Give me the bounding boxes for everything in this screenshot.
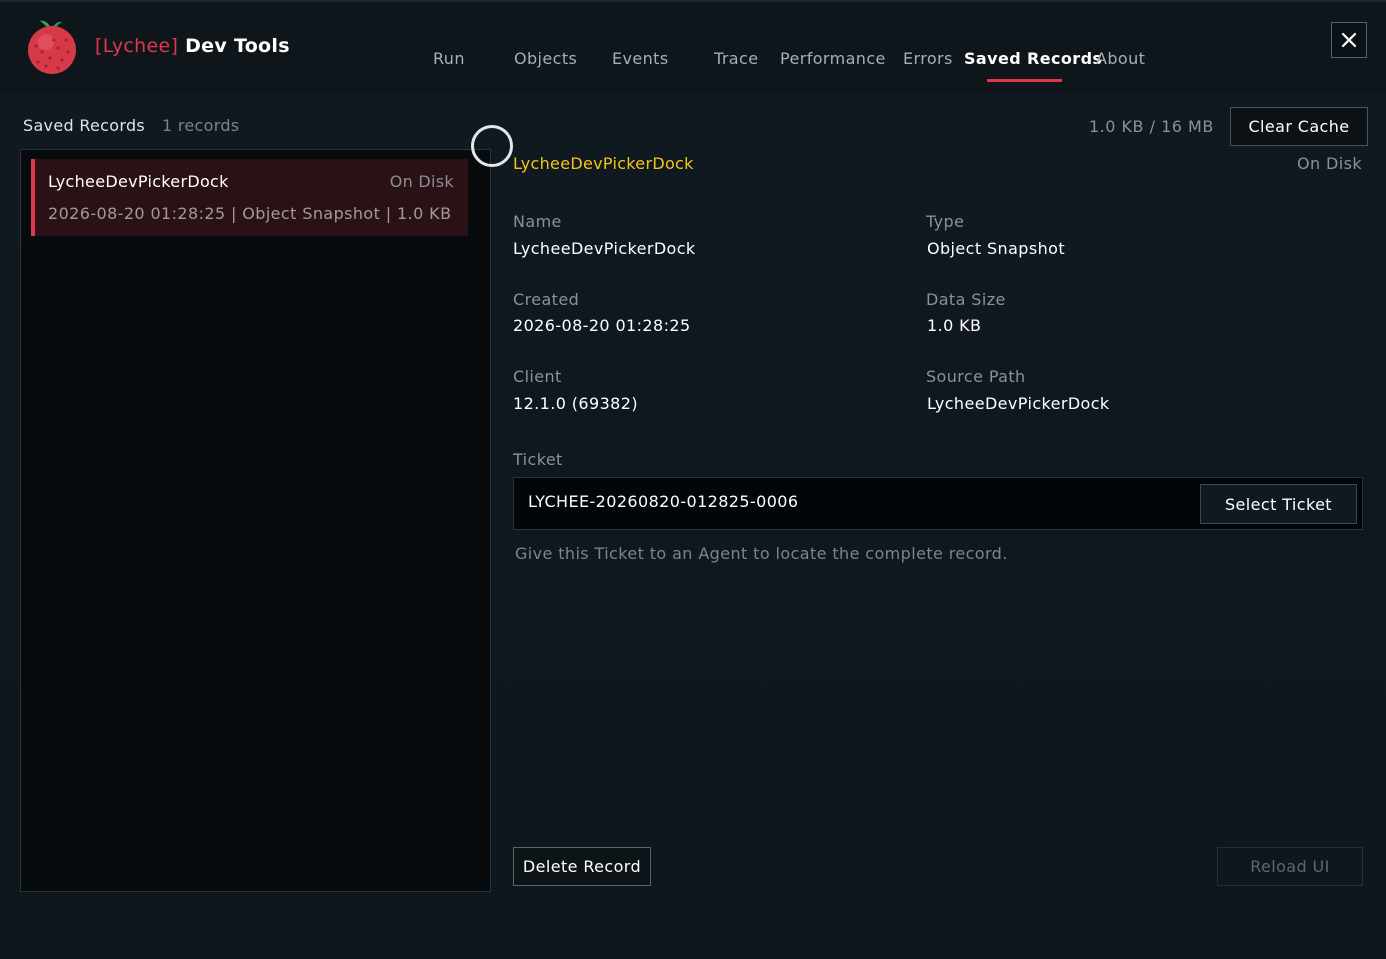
header-bar: [Lychee] Dev Tools Run Objects Events Tr… (0, 2, 1386, 94)
records-count: 1 records (162, 116, 240, 135)
client-value: 12.1.0 (69382) (513, 394, 638, 413)
data-size-value: 1.0 KB (927, 316, 982, 335)
dev-tools-window: [Lychee] Dev Tools Run Objects Events Tr… (0, 0, 1386, 959)
clear-cache-button[interactable]: Clear Cache (1230, 107, 1368, 146)
type-label: Type (926, 212, 965, 231)
created-label: Created (513, 290, 580, 309)
ticket-label: Ticket (513, 450, 563, 469)
tab-performance[interactable]: Performance (780, 49, 886, 68)
app-brand: [Lychee] (95, 35, 179, 57)
close-button[interactable] (1331, 22, 1367, 58)
data-size-label: Data Size (926, 290, 1006, 309)
name-value: LycheeDevPickerDock (513, 239, 696, 258)
detail-title: LycheeDevPickerDock (513, 154, 694, 173)
ticket-value: LYCHEE-20260820-012825-0006 (528, 492, 799, 511)
detail-status: On Disk (1297, 154, 1362, 173)
client-label: Client (513, 367, 562, 386)
tab-events[interactable]: Events (612, 49, 669, 68)
tab-run[interactable]: Run (433, 49, 465, 68)
record-name: LycheeDevPickerDock (48, 172, 229, 191)
cache-size: 1.0 KB / 16 MB (1089, 117, 1214, 136)
ticket-hint: Give this Ticket to an Agent to locate t… (515, 544, 1008, 563)
source-path-value: LycheeDevPickerDock (927, 394, 1110, 413)
app-title: [Lychee] Dev Tools (95, 35, 290, 57)
delete-record-button[interactable]: Delete Record (513, 847, 651, 886)
records-list: LycheeDevPickerDock On Disk 2026-08-20 0… (20, 149, 491, 892)
tab-saved-records[interactable]: Saved Records (964, 49, 1102, 68)
record-status: On Disk (389, 172, 454, 191)
ticket-field[interactable]: LYCHEE-20260820-012825-0006 Select Ticke… (513, 477, 1363, 530)
select-ticket-button[interactable]: Select Ticket (1200, 484, 1357, 524)
close-icon (1341, 32, 1357, 48)
reload-ui-button[interactable]: Reload UI (1217, 847, 1363, 886)
cursor-indicator (471, 125, 513, 167)
name-label: Name (513, 212, 562, 231)
app-name: Dev Tools (185, 35, 290, 57)
source-path-label: Source Path (926, 367, 1026, 386)
tab-trace[interactable]: Trace (714, 49, 758, 68)
tab-objects[interactable]: Objects (514, 49, 577, 68)
record-meta: 2026-08-20 01:28:25 | Object Snapshot | … (48, 204, 452, 223)
active-tab-indicator (987, 79, 1062, 82)
records-list-title: Saved Records (23, 116, 146, 135)
tab-about[interactable]: About (1096, 49, 1145, 68)
list-item[interactable]: LycheeDevPickerDock On Disk 2026-08-20 0… (31, 159, 468, 236)
tab-errors[interactable]: Errors (903, 49, 953, 68)
type-value: Object Snapshot (927, 239, 1065, 258)
created-value: 2026-08-20 01:28:25 (513, 316, 691, 335)
lychee-logo-icon (28, 20, 76, 74)
